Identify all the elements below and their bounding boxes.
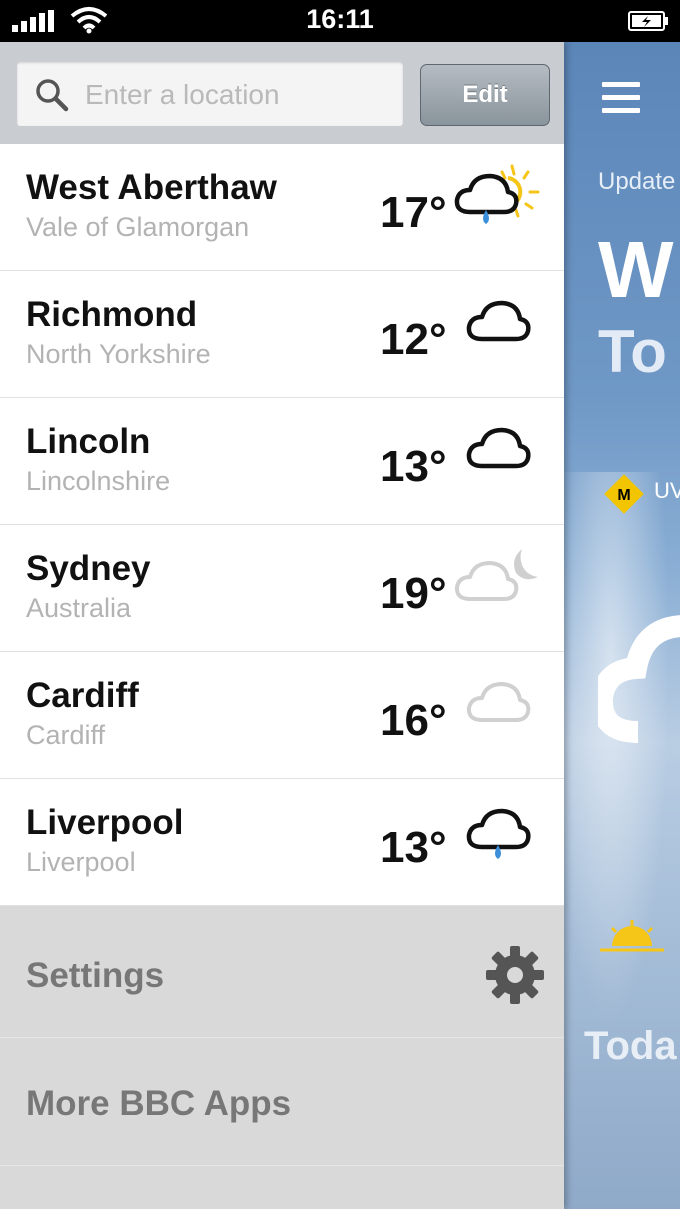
status-time: 16:11 (306, 4, 374, 34)
cloud-night-icon (454, 549, 538, 601)
location-name: Richmond (26, 295, 198, 334)
hamburger-line (602, 108, 640, 113)
today-label: Toda (584, 1024, 677, 1068)
updated-label: Update (598, 168, 676, 195)
location-temp: 17° (380, 188, 447, 237)
location-name: Cardiff (26, 676, 139, 715)
light-cloud-icon (466, 682, 531, 722)
status-bar: 16:11 (0, 0, 680, 42)
search-bar: Edit (0, 42, 564, 144)
hamburger-line (602, 82, 640, 87)
edit-button[interactable]: Edit (420, 64, 550, 126)
location-region: Australia (26, 593, 132, 623)
location-row[interactable]: Sydney Australia 19° (0, 525, 564, 652)
location-name: Sydney (26, 549, 151, 588)
location-region: Cardiff (26, 720, 106, 750)
location-name: West Aberthaw (26, 168, 277, 207)
location-region: North Yorkshire (26, 339, 211, 369)
location-region: Liverpool (26, 847, 136, 877)
locations-drawer: Edit West Aberthaw Vale of Glamorgan 17° (0, 42, 564, 1209)
location-title: W (598, 225, 674, 314)
location-region: Vale of Glamorgan (26, 212, 250, 242)
location-row[interactable]: West Aberthaw Vale of Glamorgan 17° (0, 144, 564, 271)
cloud-icon (466, 427, 531, 469)
location-row[interactable]: Richmond North Yorkshire 12° (0, 271, 564, 398)
location-row[interactable]: Liverpool Liverpool 13° (0, 779, 564, 906)
battery-charging-icon (628, 11, 668, 31)
location-region: Lincolnshire (26, 466, 171, 496)
hamburger-line (602, 95, 640, 100)
location-temp: 19° (380, 569, 447, 618)
light-rain-icon (466, 808, 531, 859)
location-row[interactable]: Cardiff Cardiff 16° (0, 652, 564, 779)
main-forecast-pane[interactable]: Update W To M UV Toda (564, 42, 680, 1209)
large-cloud-icon (598, 615, 680, 743)
search-icon (36, 79, 69, 112)
day-title: To (598, 318, 667, 385)
settings-menu-item[interactable]: Settings (0, 910, 564, 1038)
locations-list: West Aberthaw Vale of Glamorgan 17° Rich… (0, 144, 564, 906)
uv-badge-letter: M (617, 487, 630, 504)
location-temp: 13° (380, 442, 447, 491)
location-row[interactable]: Lincoln Lincolnshire 13° (0, 398, 564, 525)
cloud-background (564, 472, 680, 1092)
location-temp: 12° (380, 315, 447, 364)
light-rain-sunny-intervals-icon (454, 164, 540, 224)
gear-icon (486, 946, 544, 1004)
cloud-icon (466, 300, 531, 342)
sunrise-icon (600, 920, 664, 952)
location-temp: 13° (380, 823, 447, 872)
menu-toggle-button[interactable] (602, 82, 640, 116)
search-input[interactable] (83, 72, 397, 118)
uv-badge-icon: M (604, 474, 644, 514)
location-temp: 16° (380, 696, 447, 745)
more-bbc-apps-label: More BBC Apps (26, 1084, 292, 1123)
settings-label: Settings (26, 956, 165, 995)
drawer-menu: Settings More BBC Apps (0, 910, 564, 1166)
search-box[interactable] (17, 62, 403, 126)
more-bbc-apps-menu-item[interactable]: More BBC Apps (0, 1038, 564, 1166)
location-name: Lincoln (26, 422, 151, 461)
location-name: Liverpool (26, 803, 184, 842)
uv-label: UV (654, 478, 680, 503)
